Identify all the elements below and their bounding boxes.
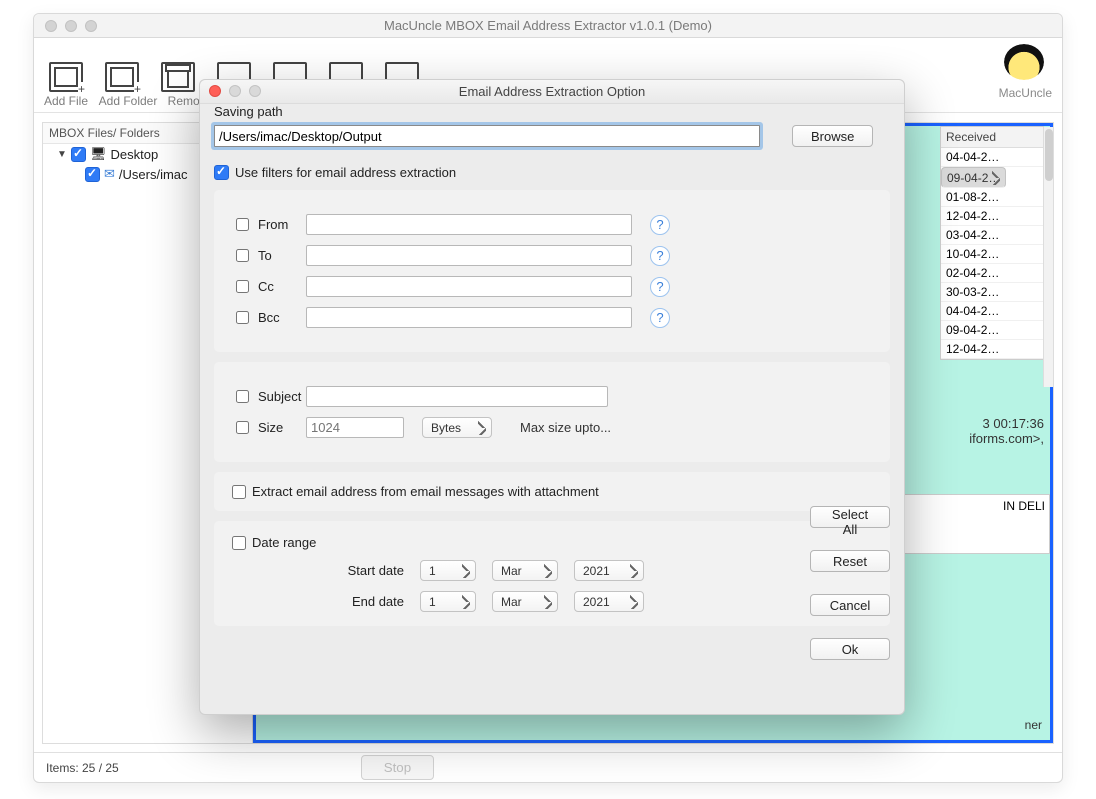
date-cell[interactable]: 09-04-2… xyxy=(941,321,1043,340)
bcc-checkbox[interactable] xyxy=(236,311,249,324)
dialog-title: Email Address Extraction Option xyxy=(200,80,904,103)
ok-button[interactable]: Ok xyxy=(810,638,890,660)
window-title: MacUncle MBOX Email Address Extractor v1… xyxy=(34,18,1062,33)
add-file-label: Add File xyxy=(38,94,94,108)
brand-logo-icon xyxy=(1004,44,1044,80)
help-icon[interactable]: ? xyxy=(650,277,670,297)
cc-checkbox[interactable] xyxy=(236,280,249,293)
mail-icon: ✉ xyxy=(104,166,115,182)
end-date-label: End date xyxy=(332,594,404,609)
cancel-button[interactable]: Cancel xyxy=(810,594,890,616)
date-range-checkbox[interactable] xyxy=(232,536,246,550)
size-checkbox[interactable] xyxy=(236,421,249,434)
date-cell[interactable]: 30-03-2… xyxy=(941,283,1043,302)
date-cell[interactable]: 02-04-2… xyxy=(941,264,1043,283)
to-input[interactable] xyxy=(306,245,632,266)
attachment-checkbox[interactable] xyxy=(232,485,246,499)
add-file-button[interactable] xyxy=(38,58,94,92)
cc-label: Cc xyxy=(258,279,274,294)
attachment-group: Extract email address from email message… xyxy=(214,472,890,511)
tree-child-checkbox[interactable] xyxy=(85,167,100,182)
date-cell[interactable]: 10-04-2… xyxy=(941,245,1043,264)
to-label: To xyxy=(258,248,272,263)
end-year-select[interactable]: 2021 xyxy=(574,591,644,612)
brand-label: MacUncle xyxy=(999,86,1052,100)
to-checkbox[interactable] xyxy=(236,249,249,262)
saving-path-label: Saving path xyxy=(214,104,890,119)
footer-fragment: ner xyxy=(1025,718,1042,732)
bcc-input[interactable] xyxy=(306,307,632,328)
date-cell[interactable]: 04-04-2… xyxy=(941,148,1043,167)
from-label: From xyxy=(258,217,288,232)
tree-root-checkbox[interactable] xyxy=(71,147,86,162)
size-unit-select[interactable]: Bytes xyxy=(422,417,492,438)
size-label: Size xyxy=(258,420,283,435)
start-day-select[interactable]: 1 xyxy=(420,560,476,581)
use-filters-label: Use filters for email address extraction xyxy=(235,165,456,180)
start-year-select[interactable]: 2021 xyxy=(574,560,644,581)
subject-checkbox[interactable] xyxy=(236,390,249,403)
extraction-options-dialog: Email Address Extraction Option Saving p… xyxy=(199,79,905,715)
statusbar: Items: 25 / 25 Stop xyxy=(34,752,1062,782)
received-column: Received 04-04-2… 09-04-2… 01-08-2… 12-0… xyxy=(940,126,1044,360)
size-unit-value: Bytes xyxy=(431,421,461,435)
cc-input[interactable] xyxy=(306,276,632,297)
trash-icon xyxy=(161,62,195,92)
titlebar: MacUncle MBOX Email Address Extractor v1… xyxy=(34,14,1062,38)
date-cell[interactable]: 12-04-2… xyxy=(941,340,1043,359)
date-range-group: Date range Start date 1 Mar 2021 End dat… xyxy=(214,521,890,626)
help-icon[interactable]: ? xyxy=(650,308,670,328)
select-all-button[interactable]: Select All xyxy=(810,506,890,528)
start-month-select[interactable]: Mar xyxy=(492,560,558,581)
use-filters-checkbox[interactable] xyxy=(214,165,229,180)
monitor-icon: 🖥 xyxy=(90,146,107,162)
browse-button[interactable]: Browse xyxy=(792,125,873,147)
scrollbar-thumb[interactable] xyxy=(1045,129,1053,181)
subject-input[interactable] xyxy=(306,386,608,407)
start-date-label: Start date xyxy=(332,563,404,578)
received-header[interactable]: Received xyxy=(941,127,1043,148)
saving-path-input[interactable] xyxy=(214,125,760,147)
date-range-label: Date range xyxy=(252,535,316,550)
from-checkbox[interactable] xyxy=(236,218,249,231)
bcc-label: Bcc xyxy=(258,310,280,325)
chevron-down-icon[interactable]: ▼ xyxy=(57,149,67,160)
date-cell[interactable]: 04-04-2… xyxy=(941,302,1043,321)
help-icon[interactable]: ? xyxy=(650,246,670,266)
add-folder-button[interactable] xyxy=(94,58,150,92)
attachment-label: Extract email address from email message… xyxy=(252,484,599,499)
subject-size-group: Subject Size Bytes Max size upto... xyxy=(214,362,890,462)
scrollbar[interactable] xyxy=(1043,127,1053,387)
date-cell[interactable]: 09-04-2… xyxy=(941,167,1006,188)
tree-child-label: /Users/imac xyxy=(119,167,188,182)
max-size-label: Max size upto... xyxy=(520,420,611,435)
size-input[interactable] xyxy=(306,417,404,438)
help-icon[interactable]: ? xyxy=(650,215,670,235)
end-day-select[interactable]: 1 xyxy=(420,591,476,612)
file-add-icon xyxy=(49,62,83,92)
stop-button[interactable]: Stop xyxy=(361,755,434,780)
field-filters-group: From ? To ? Cc ? Bcc ? xyxy=(214,190,890,352)
body-line: IN DELI xyxy=(895,499,1045,513)
reset-button[interactable]: Reset xyxy=(810,550,890,572)
date-cell[interactable]: 03-04-2… xyxy=(941,226,1043,245)
end-month-select[interactable]: Mar xyxy=(492,591,558,612)
date-cell[interactable]: 12-04-2… xyxy=(941,207,1043,226)
items-count: Items: 25 / 25 xyxy=(46,761,119,775)
subject-label: Subject xyxy=(258,389,301,404)
from-input[interactable] xyxy=(306,214,632,235)
remove-button[interactable] xyxy=(150,58,206,92)
dialog-titlebar: Email Address Extraction Option xyxy=(200,80,904,104)
date-cell[interactable]: 01-08-2… xyxy=(941,188,1043,207)
dialog-action-buttons: Select All Reset Cancel Ok xyxy=(810,506,890,660)
tree-root-label: Desktop xyxy=(111,147,159,162)
add-folder-label: Add Folder xyxy=(94,94,162,108)
folder-add-icon xyxy=(105,62,139,92)
body-preview: IN DELI xyxy=(890,494,1050,554)
